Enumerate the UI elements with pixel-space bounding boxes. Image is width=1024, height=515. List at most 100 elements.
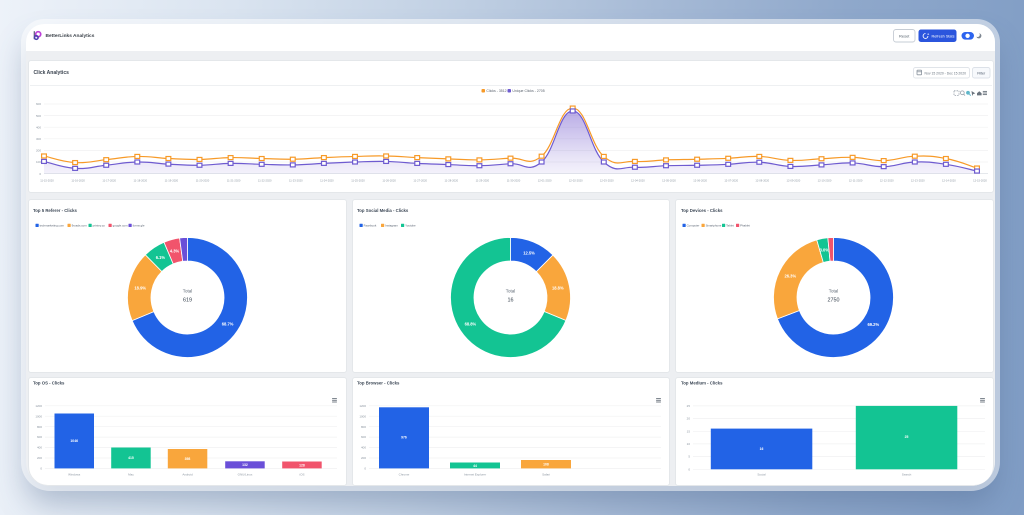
svg-text:4.3%: 4.3% <box>170 248 180 253</box>
svg-text:Clicks - 3512: Clicks - 3512 <box>486 89 506 93</box>
svg-text:Android: Android <box>182 472 193 476</box>
svg-text:800: 800 <box>361 425 366 429</box>
svg-text:26.3%: 26.3% <box>784 273 796 278</box>
svg-text:3.0%: 3.0% <box>820 248 830 253</box>
svg-text:11-29-2020: 11-29-2020 <box>476 179 490 183</box>
svg-text:GNU/Linux: GNU/Linux <box>238 472 253 476</box>
svg-text:Unique Clicks - 2705: Unique Clicks - 2705 <box>512 89 544 93</box>
svg-text:1046: 1046 <box>70 439 78 443</box>
svg-text:12-03-2020: 12-03-2020 <box>600 179 614 183</box>
svg-text:200: 200 <box>37 456 42 460</box>
svg-text:500: 500 <box>36 114 41 118</box>
svg-text:100: 100 <box>36 160 41 164</box>
svg-text:12-02-2020: 12-02-2020 <box>569 179 583 183</box>
svg-text:12-06-2020: 12-06-2020 <box>693 179 707 183</box>
svg-text:16: 16 <box>508 298 514 304</box>
svg-text:Phablet: Phablet <box>740 224 750 228</box>
svg-text:Youtube: Youtube <box>405 224 416 228</box>
svg-text:16: 16 <box>760 447 764 451</box>
svg-text:12-10-2020: 12-10-2020 <box>818 179 832 183</box>
svg-text:108: 108 <box>543 462 549 466</box>
svg-text:Top 5 Referer - Clicks: Top 5 Referer - Clicks <box>33 208 77 213</box>
svg-text:0: 0 <box>40 467 42 471</box>
svg-text:techmarketing.com: techmarketing.com <box>40 224 65 228</box>
svg-text:69.2%: 69.2% <box>867 322 879 327</box>
svg-text:Reset: Reset <box>899 34 910 39</box>
svg-text:11-17-2020: 11-17-2020 <box>102 179 116 183</box>
svg-text:800: 800 <box>37 425 42 429</box>
svg-text:5: 5 <box>688 455 690 459</box>
svg-text:11-21-2020: 11-21-2020 <box>227 179 241 183</box>
svg-text:200: 200 <box>36 149 41 153</box>
svg-text:Top Devices - Clicks: Top Devices - Clicks <box>681 208 723 213</box>
svg-text:11-20-2020: 11-20-2020 <box>196 179 210 183</box>
svg-text:Instagram: Instagram <box>385 224 398 228</box>
svg-text:9roads.com: 9roads.com <box>72 224 88 228</box>
svg-text:20: 20 <box>687 417 691 421</box>
svg-text:11-18-2020: 11-18-2020 <box>134 179 148 183</box>
svg-text:Search: Search <box>902 472 912 476</box>
svg-text:12-15-2020: 12-15-2020 <box>973 179 987 183</box>
svg-text:11-23-2020: 11-23-2020 <box>289 179 303 183</box>
svg-text:11-16-2020: 11-16-2020 <box>71 179 85 183</box>
svg-text:Top Medium - Clicks: Top Medium - Clicks <box>681 381 723 386</box>
svg-text:1000: 1000 <box>35 414 42 418</box>
svg-text:18.8%: 18.8% <box>552 286 564 291</box>
svg-text:Chrome: Chrome <box>399 472 410 476</box>
svg-text:12-04-2020: 12-04-2020 <box>631 179 645 183</box>
svg-text:12-14-2020: 12-14-2020 <box>942 179 956 183</box>
svg-text:Computer: Computer <box>687 224 700 228</box>
svg-text:1200: 1200 <box>35 404 42 408</box>
svg-text:iOS: iOS <box>299 472 304 476</box>
svg-text:11-25-2020: 11-25-2020 <box>351 179 365 183</box>
svg-text:0: 0 <box>39 172 41 176</box>
svg-text:Total: Total <box>506 289 516 294</box>
svg-text:Windows: Windows <box>68 472 81 476</box>
svg-text:Click Analytics: Click Analytics <box>34 70 70 76</box>
svg-text:1000: 1000 <box>359 414 366 418</box>
svg-text:2750: 2750 <box>828 298 840 304</box>
svg-text:google.com: google.com <box>113 224 129 228</box>
svg-text:398: 398 <box>185 457 191 461</box>
svg-text:Internet Explorer: Internet Explorer <box>464 472 486 476</box>
svg-text:12-05-2020: 12-05-2020 <box>662 179 676 183</box>
svg-text:Refresh Stats: Refresh Stats <box>932 35 955 39</box>
svg-text:300: 300 <box>36 137 41 141</box>
svg-text:BetterLinks Analytics: BetterLinks Analytics <box>46 33 95 39</box>
svg-text:11-22-2020: 11-22-2020 <box>258 179 272 183</box>
svg-text:12-13-2020: 12-13-2020 <box>911 179 925 183</box>
svg-text:forms.gle: forms.gle <box>133 224 145 228</box>
svg-text:12-07-2020: 12-07-2020 <box>724 179 738 183</box>
svg-text:Facebook: Facebook <box>364 224 377 228</box>
svg-text:25: 25 <box>687 404 691 408</box>
svg-text:600: 600 <box>37 435 42 439</box>
svg-text:12.5%: 12.5% <box>523 250 535 255</box>
svg-text:10: 10 <box>687 442 691 446</box>
svg-text:Total: Total <box>183 289 193 294</box>
svg-text:68.8%: 68.8% <box>465 322 477 327</box>
svg-text:132: 132 <box>242 463 248 467</box>
svg-text:0: 0 <box>688 467 690 471</box>
svg-text:Nov 15 2020 - Dec 15 2020: Nov 15 2020 - Dec 15 2020 <box>925 71 967 75</box>
svg-text:12-11-2020: 12-11-2020 <box>849 179 863 183</box>
svg-text:Mac: Mac <box>128 472 134 476</box>
svg-text:11-28-2020: 11-28-2020 <box>445 179 459 183</box>
svg-text:Top Social Media - Clicks: Top Social Media - Clicks <box>357 208 409 213</box>
svg-text:Tablet: Tablet <box>726 224 734 228</box>
svg-text:400: 400 <box>36 125 41 129</box>
svg-text:600: 600 <box>361 435 366 439</box>
svg-text:Smartphone: Smartphone <box>706 224 722 228</box>
svg-text:18.9%: 18.9% <box>134 286 146 291</box>
svg-text:1200: 1200 <box>359 404 366 408</box>
svg-text:Safari: Safari <box>542 472 550 476</box>
svg-text:68.7%: 68.7% <box>222 322 234 327</box>
svg-text:400: 400 <box>361 446 366 450</box>
svg-text:11-19-2020: 11-19-2020 <box>165 179 179 183</box>
svg-text:12-01-2020: 12-01-2020 <box>538 179 552 183</box>
svg-text:12-09-2020: 12-09-2020 <box>787 179 801 183</box>
svg-text:128: 128 <box>299 463 305 467</box>
svg-text:11-27-2020: 11-27-2020 <box>413 179 427 183</box>
svg-text:400: 400 <box>37 446 42 450</box>
svg-text:200: 200 <box>361 456 366 460</box>
svg-text:printey.co: printey.co <box>93 224 106 228</box>
